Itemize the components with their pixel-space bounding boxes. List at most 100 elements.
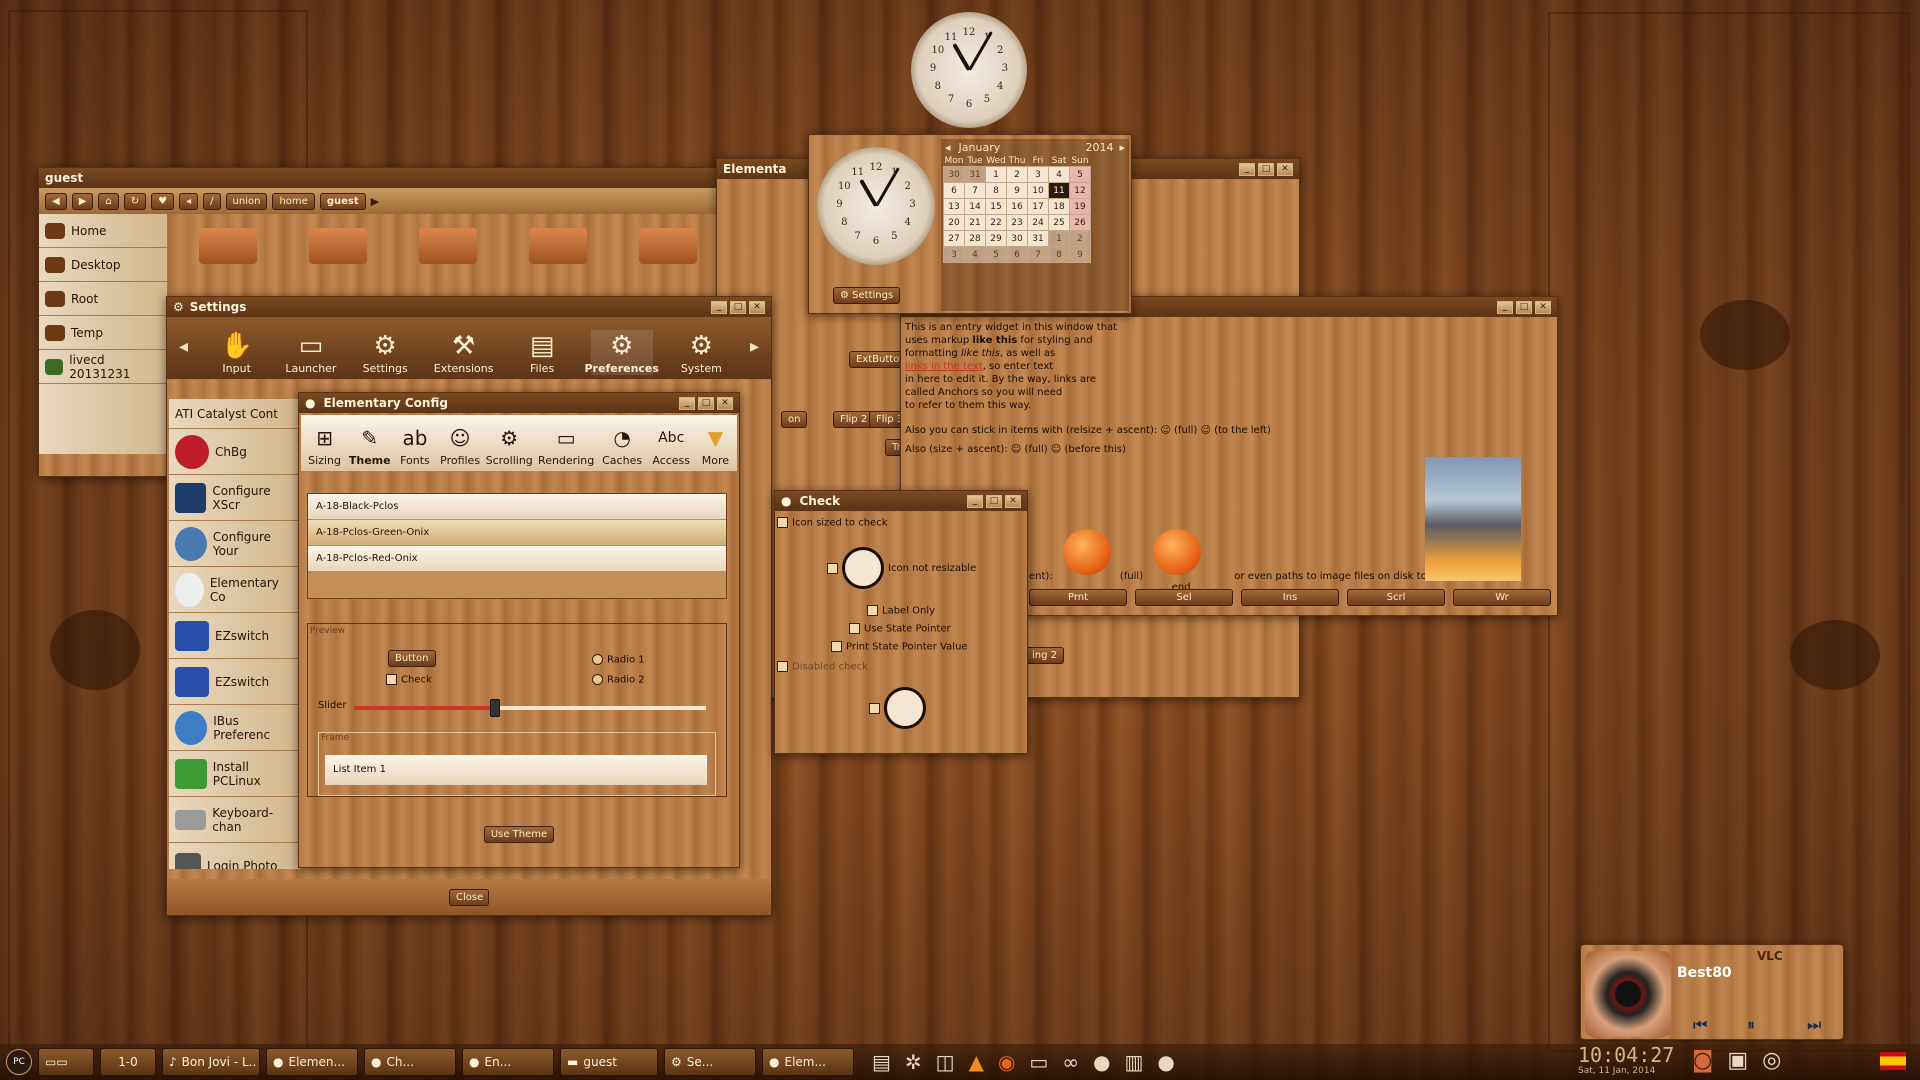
calendar-day[interactable]: 8 xyxy=(1048,246,1070,263)
check-label-only[interactable]: Label Only xyxy=(867,605,935,617)
checkbox[interactable] xyxy=(827,562,838,574)
folder-icon[interactable] xyxy=(309,228,367,264)
elementary-icon[interactable]: ● xyxy=(1157,1050,1174,1074)
calendar-day[interactable]: 17 xyxy=(1027,198,1049,215)
sidebar-item-temp[interactable]: Temp xyxy=(39,316,167,350)
calendar-day[interactable]: 29 xyxy=(985,230,1007,247)
maximize-button[interactable]: □ xyxy=(986,494,1002,508)
maximize-button[interactable]: □ xyxy=(698,396,714,410)
file-manager-titlebar[interactable]: guest _□✕ xyxy=(39,168,779,188)
calendar-day[interactable]: 3 xyxy=(1027,166,1049,183)
file-cabinet-icon[interactable]: ▤ xyxy=(872,1050,891,1074)
tab-more[interactable]: ▼ More xyxy=(696,422,735,467)
folder-icon[interactable] xyxy=(529,228,587,264)
ing-2-button[interactable]: ing 2 xyxy=(1025,647,1065,664)
minimize-button[interactable]: _ xyxy=(679,396,695,410)
tab-launcher[interactable]: ▭ Launcher xyxy=(285,330,336,375)
calendar-day-today[interactable]: 11 xyxy=(1048,182,1070,199)
checkbox[interactable] xyxy=(386,674,397,685)
task-elementary[interactable]: ● Elemen... xyxy=(266,1048,358,1076)
tab-fonts[interactable]: ab Fonts xyxy=(393,422,436,467)
calendar-day[interactable]: 28 xyxy=(964,230,986,247)
app-item-chbg[interactable]: ChBg xyxy=(169,429,301,475)
folder-icon[interactable] xyxy=(199,228,257,264)
preview-radio-2[interactable]: Radio 2 xyxy=(592,674,645,686)
calendar-day[interactable]: 4 xyxy=(964,246,986,263)
pause-icon[interactable]: ⏸ xyxy=(1747,1015,1755,1035)
use-theme-button[interactable]: Use Theme xyxy=(483,826,555,843)
calendar-day[interactable]: 30 xyxy=(943,166,965,183)
app-item-ezswitch[interactable]: EZswitch xyxy=(169,613,301,659)
skip-back-icon[interactable]: ⏮ xyxy=(1693,1015,1707,1035)
check-icon-sized[interactable]: Icon sized to check xyxy=(777,517,888,529)
calendar-day[interactable]: 16 xyxy=(1006,198,1028,215)
calendar-day[interactable]: 1 xyxy=(1048,230,1070,247)
vlc-cone-icon[interactable]: ▲ xyxy=(969,1050,984,1074)
calendar-day[interactable]: 4 xyxy=(1048,166,1070,183)
calendar-day[interactable]: 3 xyxy=(943,246,965,263)
calendar-day[interactable]: 24 xyxy=(1027,214,1049,231)
app-item-ati[interactable]: ATI Catalyst Cont xyxy=(169,399,301,429)
elementary-icon[interactable]: ● xyxy=(1093,1050,1110,1074)
forward-icon[interactable]: ▶ xyxy=(71,192,94,210)
tab-settings[interactable]: ⚙ Settings xyxy=(360,330,411,375)
calendar-day[interactable]: 21 xyxy=(964,214,986,231)
preview-radio-1[interactable]: Radio 1 xyxy=(592,654,645,666)
workspace-indicator[interactable]: 1-0 xyxy=(100,1048,156,1076)
calendar-day[interactable]: 7 xyxy=(964,182,986,199)
prev-icon[interactable]: ◂ xyxy=(179,192,199,210)
bookmark-icon[interactable]: ♥ xyxy=(151,192,175,210)
calendar-day[interactable]: 2 xyxy=(1006,166,1028,183)
minimize-button[interactable]: _ xyxy=(711,300,727,314)
check-not-resizable[interactable]: Icon not resizable xyxy=(827,547,976,589)
calendar-day[interactable]: 14 xyxy=(964,198,986,215)
preview-button[interactable]: Button xyxy=(388,650,436,667)
tab-input[interactable]: ✋ Input xyxy=(211,330,262,375)
sidebar-item-livecd[interactable]: livecd 20131231 xyxy=(39,350,167,384)
preview-slider[interactable] xyxy=(354,699,706,717)
app-item-install[interactable]: Install PCLinux xyxy=(169,751,301,797)
tab-access[interactable]: Abc Access xyxy=(649,422,694,467)
preview-check[interactable]: Check xyxy=(386,674,432,686)
tab-system[interactable]: ⚙ System xyxy=(676,330,727,375)
spain-flag-icon[interactable] xyxy=(1880,1052,1906,1070)
calendar-day[interactable]: 15 xyxy=(985,198,1007,215)
maximize-button[interactable]: □ xyxy=(730,300,746,314)
tab-rendering[interactable]: ▭ Rendering xyxy=(537,422,596,467)
calendar-day[interactable]: 10 xyxy=(1027,182,1049,199)
maximize-button[interactable]: □ xyxy=(1258,162,1274,176)
calendar-day[interactable]: 9 xyxy=(1069,246,1091,263)
checkbox[interactable] xyxy=(831,641,842,652)
tab-sizing[interactable]: ⊞ Sizing xyxy=(303,422,346,467)
tab-theme[interactable]: ✎ Theme xyxy=(348,422,391,467)
list-item[interactable]: List Item 1 xyxy=(325,755,707,785)
theme-list-item-selected[interactable]: A-18-Pclos-Green-Onix xyxy=(308,520,726,546)
close-button[interactable]: ✕ xyxy=(1535,300,1551,314)
calendar-day[interactable]: 19 xyxy=(1069,198,1091,215)
settings-wheel-icon[interactable]: ✲ xyxy=(905,1050,922,1074)
start-button[interactable]: PC xyxy=(6,1049,32,1075)
calendar-day[interactable]: 6 xyxy=(943,182,965,199)
task-guest[interactable]: ▬ guest xyxy=(560,1048,658,1076)
refresh-icon[interactable]: ↻ xyxy=(123,192,147,210)
skip-forward-icon[interactable]: ⏭ xyxy=(1807,1015,1821,1035)
radio[interactable] xyxy=(592,654,603,665)
app-item-configure[interactable]: Configure Your xyxy=(169,521,301,567)
radio[interactable] xyxy=(592,674,603,685)
calendar-day[interactable]: 6 xyxy=(1006,246,1028,263)
player-tray-icon[interactable]: ◙ xyxy=(1692,1048,1713,1073)
calendar-day[interactable]: 12 xyxy=(1069,182,1091,199)
tab-caches[interactable]: ◔ Caches xyxy=(598,422,647,467)
app-item-ezswitch-2[interactable]: EZswitch xyxy=(169,659,301,705)
calendar-day[interactable]: 18 xyxy=(1048,198,1070,215)
tab-preferences[interactable]: ⚙ Preferences xyxy=(585,330,659,375)
firefox-icon[interactable]: ◉ xyxy=(998,1050,1015,1074)
calendar-day[interactable]: 2 xyxy=(1069,230,1091,247)
pager-button[interactable]: ▭▭ xyxy=(38,1048,94,1076)
binoculars-icon[interactable]: ∞ xyxy=(1062,1050,1079,1074)
path-union[interactable]: union xyxy=(225,192,268,210)
checkbox[interactable] xyxy=(777,517,788,528)
calendar-day[interactable]: 5 xyxy=(1069,166,1091,183)
folder-icon[interactable] xyxy=(639,228,697,264)
theme-list-item[interactable]: A-18-Black-Pclos xyxy=(308,494,726,520)
